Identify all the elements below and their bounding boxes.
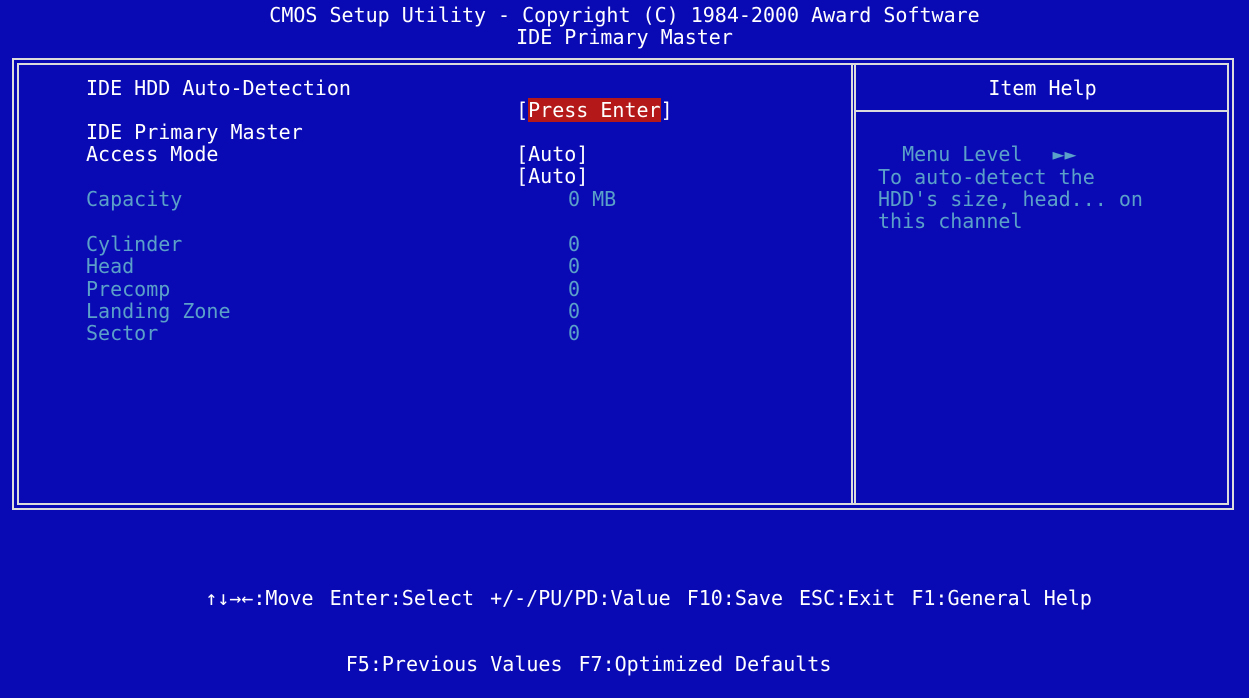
item-help-title: Item Help bbox=[988, 76, 1097, 100]
vertical-divider bbox=[851, 63, 856, 505]
title-line-1: CMOS Setup Utility - Copyright (C) 1984-… bbox=[269, 3, 980, 27]
auto-detection-label: IDE HDD Auto-Detection bbox=[86, 76, 351, 100]
menu-level-arrow-icon: ►► bbox=[1052, 142, 1077, 166]
auto-detection-option[interactable]: [Press Enter] bbox=[492, 77, 673, 122]
menu-level-label: Menu Level bbox=[902, 142, 1023, 166]
precomp-value: 0 bbox=[568, 277, 581, 301]
bracket-open: [ bbox=[516, 164, 529, 188]
key-legend-line-2: F5:Previous Values F7:Optimized Defaults bbox=[0, 631, 1249, 675]
title-line-2: IDE Primary Master bbox=[516, 25, 733, 49]
bracket-close: ] bbox=[576, 164, 589, 188]
access-mode-option[interactable]: [Auto] bbox=[492, 143, 588, 187]
key-legend: ↑↓→←:Move Enter:Select +/-/PU/PD:Value F10:… bbox=[0, 521, 1249, 675]
help-line-3: this channel bbox=[878, 209, 1023, 233]
sector-value: 0 bbox=[568, 321, 581, 345]
cylinder-label: Cylinder bbox=[86, 232, 183, 256]
access-mode-value[interactable]: Auto bbox=[528, 164, 576, 188]
sector-label: Sector bbox=[86, 321, 159, 345]
bracket-open: [ bbox=[516, 98, 529, 122]
precomp-label: Precomp bbox=[86, 277, 171, 301]
key-move: ↑↓→←:Move bbox=[205, 586, 314, 610]
key-value: +/-/PU/PD:Value bbox=[490, 586, 671, 610]
landing-zone-label: Landing Zone bbox=[86, 299, 231, 323]
key-optimized-defaults: F7:Optimized Defaults bbox=[578, 652, 832, 676]
menu-level: Menu Level ►► bbox=[878, 121, 1077, 165]
title-bar: CMOS Setup Utility - Copyright (C) 1984-… bbox=[0, 4, 1249, 48]
key-save: F10:Save bbox=[686, 586, 784, 610]
help-line-1: To auto-detect the bbox=[878, 165, 1095, 189]
head-label: Head bbox=[86, 254, 135, 278]
key-select: Enter:Select bbox=[329, 586, 475, 610]
help-line-2: HDD's size, head... on bbox=[878, 187, 1143, 211]
help-title-divider bbox=[856, 110, 1229, 112]
primary-master-option[interactable]: [Auto] bbox=[492, 121, 588, 165]
bracket-close: ] bbox=[660, 98, 673, 122]
access-mode-label: Access Mode bbox=[86, 142, 219, 166]
capacity-value: 0 MB bbox=[568, 187, 617, 211]
landing-zone-value: 0 bbox=[568, 299, 581, 323]
key-legend-line-1: ↑↓→←:Move Enter:Select +/-/PU/PD:Value F10:… bbox=[0, 565, 1249, 609]
primary-master-label: IDE Primary Master bbox=[86, 120, 303, 144]
capacity-label: Capacity bbox=[86, 187, 183, 211]
cylinder-value: 0 bbox=[568, 232, 581, 256]
key-general-help: F1:General Help bbox=[911, 586, 1092, 610]
head-value: 0 bbox=[568, 254, 581, 278]
key-exit: ESC:Exit bbox=[799, 586, 896, 610]
auto-detection-value[interactable]: Press Enter bbox=[528, 98, 661, 122]
key-previous-values: F5:Previous Values bbox=[345, 652, 563, 676]
